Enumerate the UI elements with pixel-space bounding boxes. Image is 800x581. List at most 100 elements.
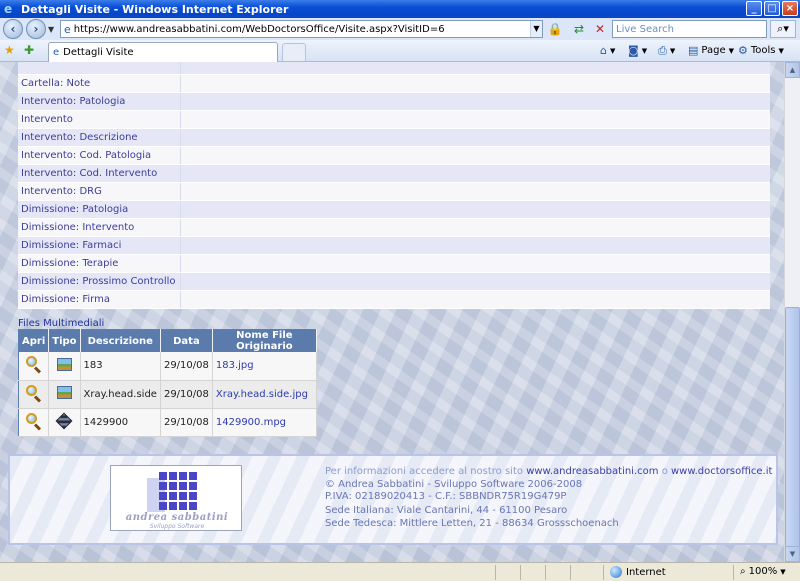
magnifier-icon[interactable] xyxy=(25,384,42,403)
detail-label: Intervento: Patologia xyxy=(18,92,181,111)
file-date: 29/10/08 xyxy=(160,380,213,409)
page-icon: e xyxy=(64,22,71,36)
zoom-control[interactable]: ⌕ 100% ▼ xyxy=(740,566,786,577)
file-link[interactable]: Xray.head.side.jpg xyxy=(216,389,308,400)
file-link[interactable]: 183.jpg xyxy=(216,360,254,371)
search-field[interactable] xyxy=(612,20,767,38)
magnifier-icon[interactable] xyxy=(25,356,42,374)
page-menu[interactable]: ▤ Page ▼ xyxy=(688,44,734,57)
zoom-level: 100% xyxy=(748,566,778,577)
file-date: 29/10/08 xyxy=(160,408,213,437)
company-logo: andrea sabbatini Sviluppo Software xyxy=(110,465,242,531)
info-line: Per informazioni accedere al nostro sito… xyxy=(325,466,773,477)
scroll-thumb[interactable] xyxy=(785,307,800,547)
home-icon: ⌂ xyxy=(600,44,607,57)
detail-value xyxy=(180,128,770,147)
forward-button[interactable]: › xyxy=(26,19,46,39)
detail-label: Dimissione: Terapie xyxy=(18,254,181,273)
file-link[interactable]: 1429900.mpg xyxy=(216,417,286,428)
table-row: Intervento: Cod. Intervento xyxy=(18,164,770,183)
detail-label: Intervento: Descrizione xyxy=(18,128,181,147)
detail-value xyxy=(180,110,770,129)
detail-label: Dimissione: Intervento xyxy=(18,218,181,237)
table-row: Dimissione: Prossimo Controllo xyxy=(18,272,770,291)
video-file-icon xyxy=(55,412,73,429)
stop-icon[interactable]: ✕ xyxy=(591,20,609,38)
table-row: Dimissione: Terapie xyxy=(18,254,770,273)
detail-label: Intervento: DRG xyxy=(18,182,181,201)
url-input[interactable] xyxy=(73,23,524,35)
printer-icon: ⎙ xyxy=(658,44,667,57)
zoom-icon: ⌕ xyxy=(740,566,746,577)
window-title: Dettagli Visite - Windows Internet Explo… xyxy=(21,2,289,16)
detail-value xyxy=(180,236,770,255)
site-link-andreasabbatini[interactable]: www.andreasabbatini.com xyxy=(526,466,658,477)
detail-value xyxy=(180,164,770,183)
compatibility-icon[interactable]: ⇄ xyxy=(570,20,588,38)
detail-value xyxy=(180,254,770,273)
table-row: Intervento: Patologia xyxy=(18,92,770,111)
window-controls: _ □ × xyxy=(746,1,798,16)
home-button[interactable]: ⌂ ▼ xyxy=(600,44,615,57)
file-description: 183 xyxy=(80,352,161,381)
gear-icon: ⚙ xyxy=(738,44,748,57)
url-dropdown[interactable]: ▼ xyxy=(530,21,542,37)
table-row: Intervento: Descrizione xyxy=(18,128,770,147)
site-link-doctorsoffice[interactable]: www.doctorsoffice.it xyxy=(671,466,772,477)
detail-label: Cartella: Note xyxy=(18,74,181,93)
tab-bar: ★ ✚ e Dettagli Visite ⌂ ▼ ◙ ▼ ⎙ ▼ ▤ Page ▼ ⚙ T… xyxy=(0,40,800,62)
table-row: Intervento: DRG xyxy=(18,182,770,201)
page-icon: e xyxy=(53,47,60,58)
table-row: Dimissione: Firma xyxy=(18,290,770,309)
ie-logo-icon: e xyxy=(4,1,13,16)
tab-dettagli-visite[interactable]: e Dettagli Visite xyxy=(48,42,278,62)
table-row: 1429900 29/10/08 1429900.mpg xyxy=(18,408,317,437)
magnifier-icon[interactable] xyxy=(25,412,42,431)
german-office-line: Sede Tedesca: Mittlere Letten, 21 - 8863… xyxy=(325,518,619,529)
recent-pages-dropdown[interactable]: ▼ xyxy=(48,25,58,34)
url-field[interactable]: e ▼ xyxy=(60,20,543,38)
table-row: 183 29/10/08 183.jpg xyxy=(18,352,317,381)
window-title-bar: e Dettagli Visite - Windows Internet Exp… xyxy=(0,0,800,18)
lock-icon[interactable]: 🔒 xyxy=(546,20,564,38)
page-icon: ▤ xyxy=(688,44,699,57)
copyright-line: © Andrea Sabbatini - Sviluppo Software 2… xyxy=(325,479,583,490)
detail-value xyxy=(180,218,770,237)
scroll-up-button[interactable]: ▲ xyxy=(785,62,800,78)
close-button[interactable]: × xyxy=(782,1,798,16)
page-footer: andrea sabbatini Sviluppo Software Per i… xyxy=(8,454,778,545)
feeds-button[interactable]: ◙ ▼ xyxy=(628,44,647,57)
favorites-star-icon[interactable]: ★ xyxy=(4,43,15,57)
multimedia-files-table: Apri Tipo Descrizione Data Nome File Ori… xyxy=(18,329,317,437)
tools-menu[interactable]: ⚙ Tools ▼ xyxy=(738,44,784,57)
detail-label: Intervento xyxy=(18,110,181,129)
search-input[interactable] xyxy=(613,21,763,37)
minimize-button[interactable]: _ xyxy=(746,1,762,16)
address-bar: ‹ › ▼ e ▼ 🔒 ⇄ ✕ ⌕▾ xyxy=(0,18,800,40)
building-logo-icon xyxy=(147,472,199,512)
table-row: Intervento xyxy=(18,110,770,129)
table-header-row: Apri Tipo Descrizione Data Nome File Ori… xyxy=(18,329,317,352)
back-button[interactable]: ‹ xyxy=(3,19,23,39)
maximize-button[interactable]: □ xyxy=(764,1,780,16)
security-zone[interactable]: Internet xyxy=(610,566,666,578)
detail-label: Intervento: Cod. Intervento xyxy=(18,164,181,183)
detail-label: Dimissione: Patologia xyxy=(18,200,181,219)
scroll-down-button[interactable]: ▼ xyxy=(785,546,800,562)
column-header-descrizione: Descrizione xyxy=(80,329,161,352)
column-header-nome-file: Nome File Originario xyxy=(212,329,317,352)
new-tab-button[interactable] xyxy=(282,43,306,61)
table-row: Dimissione: Farmaci xyxy=(18,236,770,255)
status-bar: Internet ⌕ 100% ▼ xyxy=(0,562,800,581)
table-row: Dimissione: Intervento xyxy=(18,218,770,237)
add-favorites-icon[interactable]: ✚ xyxy=(24,43,34,57)
zone-label: Internet xyxy=(626,566,666,578)
column-header-tipo: Tipo xyxy=(48,329,81,352)
search-button[interactable]: ⌕▾ xyxy=(770,20,796,38)
file-description: Xray.head.side xyxy=(80,380,161,409)
print-button[interactable]: ⎙ ▼ xyxy=(658,44,675,58)
globe-icon xyxy=(610,566,622,578)
table-row: Intervento: Cod. Patologia xyxy=(18,146,770,165)
vertical-scrollbar[interactable]: ▲ ▼ xyxy=(784,62,800,562)
table-row: Cartella: Note xyxy=(18,74,770,93)
